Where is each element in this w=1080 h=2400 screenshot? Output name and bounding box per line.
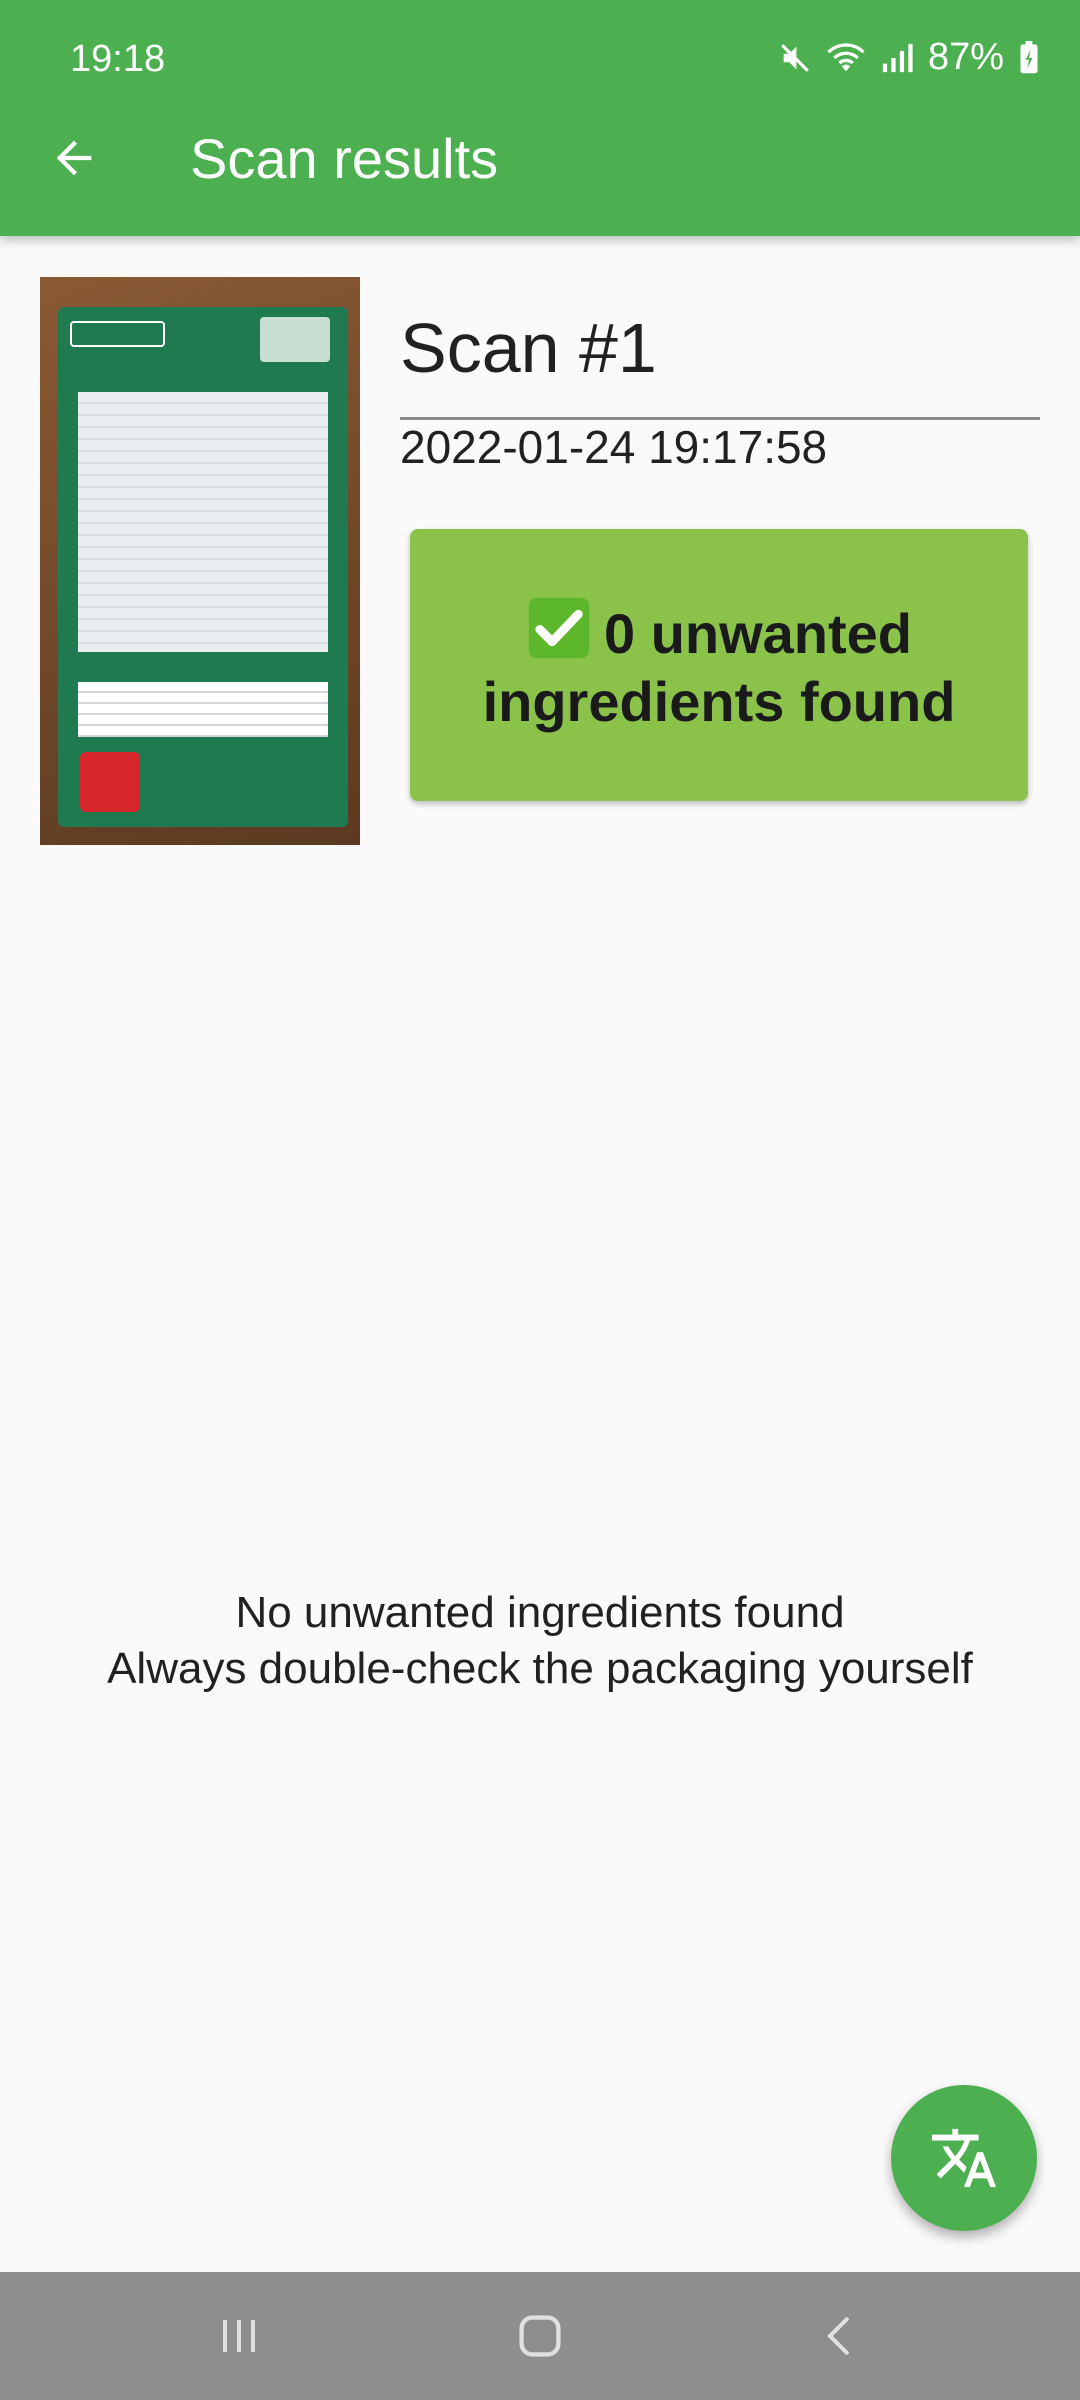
status-time: 19:18	[70, 38, 166, 80]
home-icon	[519, 2315, 561, 2357]
back-icon	[827, 2316, 850, 2356]
recent-apps-button[interactable]	[207, 2304, 271, 2368]
nutrition-label	[78, 682, 328, 737]
page-title: Scan results	[190, 127, 499, 190]
app-bar: 19:18 87% Scan results	[0, 0, 1080, 236]
recent-apps-icon	[223, 2320, 255, 2352]
message-line-2: Always double-check the packaging yourse…	[107, 1644, 973, 1693]
scan-image[interactable]	[40, 277, 360, 845]
nav-back-button[interactable]	[810, 2304, 874, 2368]
home-button[interactable]	[508, 2304, 572, 2368]
message-line-1: No unwanted ingredients found	[235, 1588, 845, 1637]
scan-datetime: 2022-01-24 19:17:58	[400, 421, 828, 473]
result-message: No unwanted ingredients found Always dou…	[0, 1585, 1080, 1697]
ingredients-label	[78, 392, 328, 652]
system-nav-bar	[0, 2272, 1080, 2400]
product-logo	[260, 317, 330, 362]
translate-button[interactable]	[891, 2085, 1037, 2231]
scan-title: Scan #1	[400, 309, 657, 387]
battery-text: 87%	[927, 36, 1004, 78]
translate-icon	[931, 2128, 997, 2188]
mute-icon	[778, 41, 812, 75]
check-mark-icon	[528, 597, 590, 658]
result-text-wrap: 0 unwanted ingredients found	[430, 595, 1008, 736]
result-card: 0 unwanted ingredients found	[410, 529, 1028, 801]
brand-logo	[70, 321, 165, 347]
status-icons: 87%	[778, 36, 1040, 79]
package-photo	[58, 307, 348, 827]
badge	[80, 752, 140, 812]
battery-charging-icon	[1018, 40, 1040, 75]
arrow-back-icon	[56, 140, 92, 176]
wifi-icon	[826, 41, 866, 75]
back-button[interactable]	[40, 124, 108, 192]
signal-icon	[880, 41, 914, 75]
